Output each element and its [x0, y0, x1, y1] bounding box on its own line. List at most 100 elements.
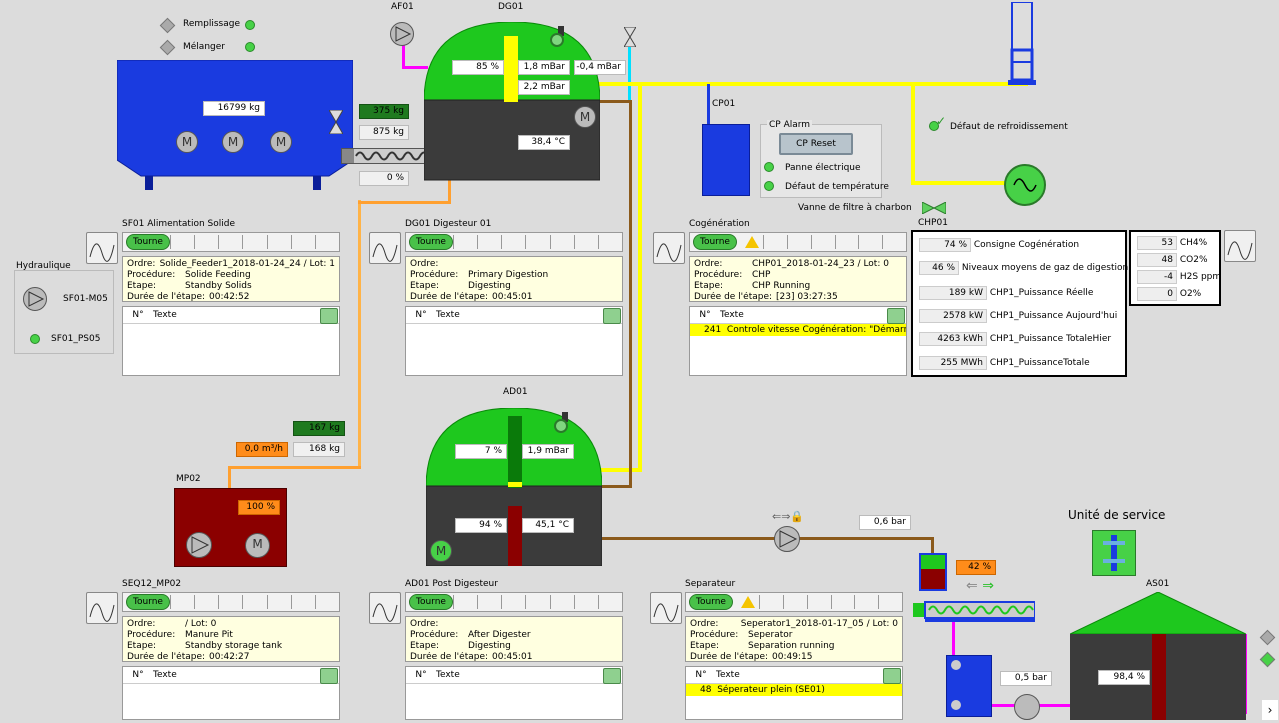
dg01-valve-icon[interactable]: [623, 26, 637, 50]
separator-hopper[interactable]: [919, 553, 947, 591]
col-texte: Texte: [436, 310, 460, 320]
message-row[interactable]: 48 Séperateur plein (SE01): [686, 684, 902, 696]
message-row[interactable]: 241 Controle vitesse Cogénération: "Déma…: [690, 324, 906, 336]
dg01-agitator-icon[interactable]: M: [574, 106, 596, 128]
ack-button[interactable]: [320, 668, 338, 684]
service-unit-icon[interactable]: [1092, 530, 1136, 576]
separator-screw[interactable]: [913, 600, 1036, 622]
col-texte: Texte: [153, 670, 177, 680]
generator-icon[interactable]: [1004, 164, 1046, 206]
dg01-trend-button[interactable]: [369, 232, 401, 264]
duree-value: 00:45:01: [492, 292, 533, 302]
cog-trend-button[interactable]: [653, 232, 685, 264]
etape-key: Étape:: [410, 641, 440, 651]
panel-title: Cogénération: [689, 219, 750, 229]
col-texte: Texte: [716, 670, 740, 680]
mp02-motor-icon[interactable]: M: [245, 533, 270, 558]
message-table[interactable]: N° Texte: [122, 666, 340, 720]
ordre-value: Solide_Feeder1_2018-01-24_24 / Lot: 1: [159, 259, 335, 269]
seq12-trend-button[interactable]: [86, 592, 118, 624]
panel-title: AD01 Post Digesteur: [405, 579, 498, 589]
ack-button[interactable]: [887, 308, 905, 324]
ack-button[interactable]: [320, 308, 338, 324]
message-table[interactable]: N° Texte 241 Controle vitesse Cogénératio…: [689, 306, 907, 376]
col-n: N°: [699, 310, 711, 320]
valve-icon[interactable]: [328, 109, 344, 137]
message-table[interactable]: N° Texte: [405, 666, 623, 720]
diamond-icon: [1259, 629, 1276, 646]
ordre-value: CHP01_2018-01-24_23 / Lot: 0: [752, 259, 889, 269]
cp01-unit[interactable]: [702, 124, 750, 196]
as01-tank[interactable]: [1069, 591, 1247, 720]
panel-title: DG01 Digesteur 01: [405, 219, 492, 229]
chp-value: 46 %: [919, 261, 959, 275]
status-pill[interactable]: Tourne: [409, 234, 453, 250]
ack-button[interactable]: [603, 308, 621, 324]
status-pill[interactable]: Tourne: [693, 234, 737, 250]
chp-value: 2578 kW: [919, 309, 987, 323]
solid-feeder-tank[interactable]: [116, 59, 354, 190]
chp-value: 4263 kWh: [919, 332, 987, 346]
ordre-key: Ordre:: [690, 619, 719, 629]
status-pill[interactable]: Tourne: [126, 234, 170, 250]
pump-icon[interactable]: [23, 287, 47, 311]
ad01-trend-button[interactable]: [369, 592, 401, 624]
message-table[interactable]: N° Texte: [122, 306, 340, 376]
ack-button[interactable]: [603, 668, 621, 684]
temp-label: Défaut de température: [785, 182, 889, 192]
status-pill[interactable]: Tourne: [126, 594, 170, 610]
motor-icon[interactable]: M: [176, 131, 198, 153]
ordre-value: / Lot: 0: [185, 619, 217, 629]
hydraulique-ps-label: SF01_PS05: [51, 334, 101, 344]
status-pill[interactable]: Tourne: [689, 594, 733, 610]
message-table[interactable]: N° Texte 48 Séperateur plein (SE01): [685, 666, 903, 720]
chp-label: CHP1_Puissance Aujourd'hui: [989, 311, 1118, 321]
duree-key: Durée de l'étape:: [410, 652, 489, 662]
feeder-pct: 0 %: [359, 171, 409, 186]
melanger-led: [245, 42, 255, 52]
motor-icon[interactable]: M: [270, 131, 292, 153]
sf01-trend-button[interactable]: [86, 232, 118, 264]
separator-press[interactable]: [946, 655, 992, 717]
ad01-tank[interactable]: [425, 407, 603, 567]
dg01-title: DG01: [498, 2, 524, 12]
status-pill[interactable]: Tourne: [409, 594, 453, 610]
ack-button[interactable]: [883, 668, 901, 684]
as01-title: AS01: [1146, 579, 1170, 589]
pipe-magenta-sep-1: [952, 620, 955, 656]
msg-n: 48: [700, 685, 712, 695]
chp-label: Consigne Cogénération: [973, 240, 1080, 250]
ad01-agitator-icon[interactable]: M: [430, 540, 452, 562]
vanne-valve-icon[interactable]: [921, 201, 947, 217]
dg01-p2: 2,2 mBar: [518, 80, 570, 95]
pipe-orange-3: [228, 466, 361, 469]
panne-label: Panne électrique: [785, 163, 861, 173]
etape-value: Standby storage tank: [185, 641, 283, 651]
col-n: N°: [415, 670, 427, 680]
chp-row: 189 kW CHP1_Puissance Réelle: [919, 286, 1093, 300]
gas-row: -4 H2S ppm: [1137, 270, 1221, 284]
message-table[interactable]: N° Texte: [405, 306, 623, 376]
chp-trend-button[interactable]: [1224, 230, 1256, 262]
dg01-tank[interactable]: [423, 21, 601, 182]
pump-icon[interactable]: [1014, 694, 1040, 720]
ordre-key: Ordre:: [410, 259, 439, 269]
screw-conveyor[interactable]: [341, 148, 429, 164]
proc-value: Solide Feeding: [185, 270, 251, 280]
diamond-icon: [1259, 651, 1276, 668]
sep-trend-button[interactable]: [650, 592, 682, 624]
chp-label: CHP1_PuissanceTotale: [989, 358, 1090, 368]
motor-icon[interactable]: M: [222, 131, 244, 153]
order-info: Ordre: Seperator1_2018-01-17_05 / Lot: 0 …: [685, 616, 903, 662]
chp-label: CHP1_Puissance Réelle: [989, 288, 1094, 298]
col-n: N°: [132, 670, 144, 680]
cp-reset-button[interactable]: CP Reset: [779, 133, 853, 155]
etape-key: Étape:: [127, 281, 157, 291]
pump-icon[interactable]: [774, 526, 800, 552]
pump-icon[interactable]: [186, 532, 212, 558]
col-texte: Texte: [436, 670, 460, 680]
scroll-right-button[interactable]: ›: [1262, 700, 1278, 720]
hydraulique-ps-led: [30, 334, 40, 344]
fan-icon[interactable]: [390, 22, 414, 46]
chp-label: CHP1_Puissance TotaleHier: [989, 334, 1112, 344]
